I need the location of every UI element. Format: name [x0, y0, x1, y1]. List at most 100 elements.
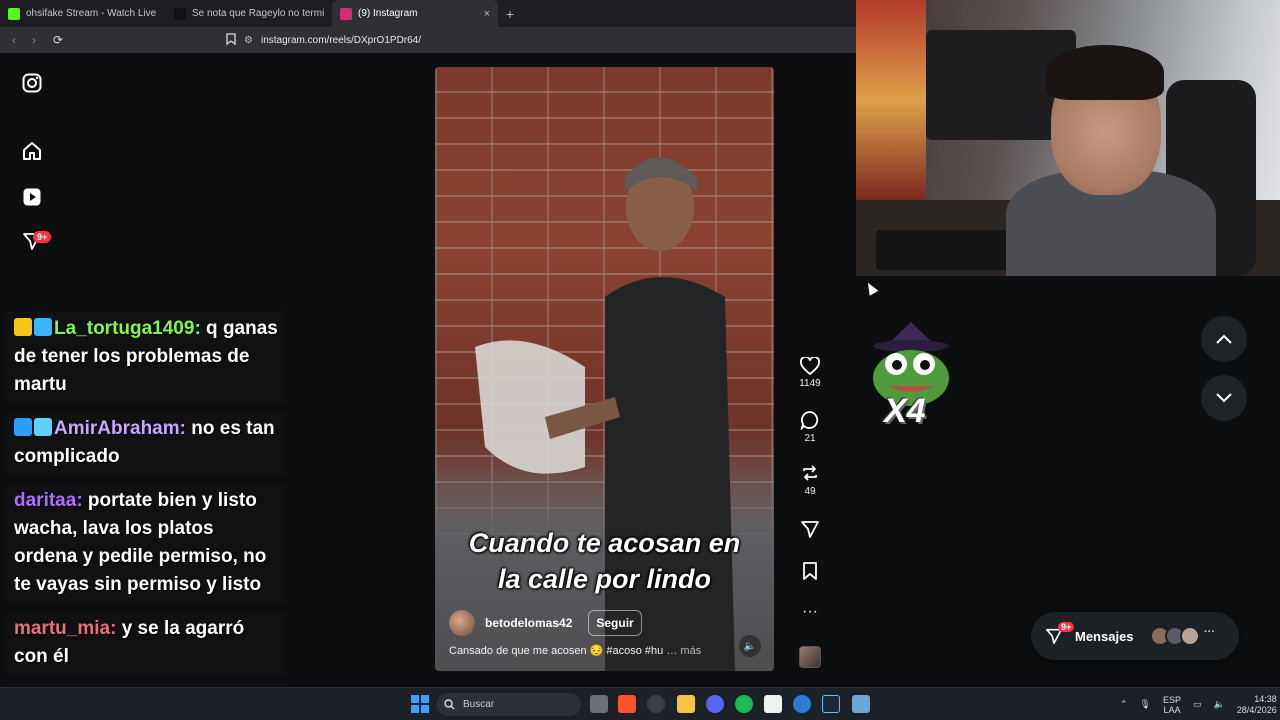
streamer-hair — [1046, 45, 1164, 100]
microphone-icon[interactable]: 🎙 — [1140, 699, 1151, 710]
url-text: instagram.com/reels/DXprO1PDr64/ — [260, 34, 422, 46]
next-reel-button[interactable] — [1201, 375, 1247, 421]
audio-thumbnail[interactable] — [799, 646, 821, 668]
keyboard-layout: LAA — [1163, 704, 1181, 715]
tab-title: (9) Instagram — [358, 8, 418, 19]
share-icon — [801, 521, 819, 538]
reel-video[interactable]: Cuando te acosan en la calle por lindo b… — [435, 67, 774, 671]
like-button[interactable]: 1149 — [795, 357, 825, 389]
like-count: 1149 — [799, 378, 821, 389]
screen: ohsifake Stream - Watch Live on Se nota q… — [0, 0, 1280, 720]
repost-button[interactable]: 49 — [795, 463, 825, 497]
tab-title: ohsifake Stream - Watch Live on — [26, 8, 158, 19]
browser-tab[interactable]: (9) Instagram × — [332, 0, 498, 27]
address-bar[interactable]: ⚙ instagram.com/reels/DXprO1PDr64/ — [226, 31, 844, 49]
reels-icon[interactable] — [22, 187, 44, 209]
caption-line-1: Cuando te acosan en — [468, 528, 741, 558]
chat-message: AmirAbraham: no es tan complicado — [6, 411, 286, 477]
home-icon[interactable] — [22, 141, 44, 163]
chat-message: daritaa: portate bien y listo wacha, lav… — [6, 483, 286, 605]
wall-poster — [856, 0, 926, 200]
comment-button[interactable]: 21 — [795, 410, 825, 444]
photos-icon[interactable] — [852, 695, 870, 713]
steam-icon[interactable] — [822, 695, 840, 713]
tray-overflow-icon[interactable]: ⌃ — [1120, 699, 1128, 710]
reel-author: betodelomas42 Seguir — [449, 610, 642, 636]
language-indicator[interactable]: ESP LAA — [1163, 695, 1181, 715]
chat-username: daritaa — [14, 490, 77, 511]
more-icon: ··· — [802, 603, 818, 620]
language-code: ESP — [1162, 694, 1181, 705]
webcam-feed — [856, 0, 1280, 276]
comment-icon — [800, 411, 819, 430]
site-info-icon[interactable]: ⚙ — [244, 35, 253, 46]
settings-icon[interactable] — [647, 695, 665, 713]
forward-icon[interactable]: › — [24, 33, 44, 47]
new-tab-button[interactable]: + — [498, 6, 522, 22]
back-icon[interactable]: ‹ — [4, 33, 24, 47]
notification-badge: 9+ — [33, 231, 52, 243]
spotify-icon[interactable] — [735, 695, 753, 713]
brave-browser-icon[interactable] — [618, 695, 636, 713]
messages-button[interactable]: 9+ Mensajes ··· — [1031, 612, 1239, 660]
file-explorer-icon[interactable] — [677, 695, 695, 713]
description-text: Cansado de que me acosen 😔 #acoso #hu — [449, 645, 664, 657]
repost-icon — [803, 465, 817, 481]
clock-time: 14:38 — [1254, 693, 1277, 704]
chevron-down-icon — [1216, 393, 1232, 403]
more-icon: ··· — [1204, 626, 1215, 638]
share-button[interactable] — [795, 519, 825, 542]
obs-icon[interactable] — [764, 695, 782, 713]
mouse-cursor-icon — [863, 280, 879, 296]
close-tab-icon[interactable]: × — [484, 8, 490, 20]
repost-count: 49 — [804, 486, 816, 497]
discord-icon[interactable] — [706, 695, 724, 713]
browser-tabstrip: ohsifake Stream - Watch Live on Se nota q… — [0, 0, 856, 27]
search-icon — [444, 699, 455, 710]
browser-tab[interactable]: ohsifake Stream - Watch Live on — [0, 0, 166, 27]
chat-badge-icon — [14, 418, 32, 436]
author-avatar[interactable] — [449, 610, 475, 636]
browser-toolbar: ‹ › ⟳ ⚙ instagram.com/reels/DXprO1PDr64/ — [0, 27, 856, 53]
ccleaner-icon[interactable] — [793, 695, 811, 713]
messages-label: Mensajes — [1075, 628, 1134, 644]
system-tray: ⌃ 🎙 ESP LAA ▭ 🔈 14:38 28/4/2026 🔔 — [1120, 688, 1280, 720]
chat-username: martu_mia — [14, 618, 111, 639]
heart-icon — [800, 357, 820, 375]
chat-message: martu_mia: y se la agarró con él — [6, 611, 286, 677]
chat-username: AmirAbraham — [54, 418, 180, 439]
tab-favicon-icon — [340, 7, 352, 20]
bookmark-icon[interactable] — [226, 32, 236, 48]
keyboard — [876, 230, 1026, 270]
volume-icon[interactable]: 🔈 — [1214, 699, 1225, 710]
author-username[interactable]: betodelomas42 — [485, 616, 572, 630]
chat-message: La_tortuga1409: q ganas de tener los pro… — [6, 311, 286, 405]
more-link[interactable]: … más — [666, 645, 701, 657]
emote-multiplier: X4 — [884, 392, 926, 430]
windows-start-icon[interactable] — [411, 695, 429, 713]
browser-tab[interactable]: Se nota que Rageylo no termino el c — [166, 0, 332, 27]
stream-chat-overlay: La_tortuga1409: q ganas de tener los pro… — [6, 311, 286, 720]
tab-title: Se nota que Rageylo no termino el c — [192, 8, 324, 19]
mute-button[interactable]: 🔈 — [739, 635, 761, 657]
speaker-icon: 🔈 — [743, 640, 757, 652]
save-button[interactable] — [795, 561, 825, 584]
instagram-logo-icon[interactable] — [22, 73, 44, 95]
task-view-icon[interactable] — [590, 695, 608, 713]
comment-count: 21 — [804, 433, 816, 444]
chevron-up-icon — [1216, 334, 1232, 344]
previous-reel-button[interactable] — [1201, 316, 1247, 362]
chat-badge-icon — [14, 318, 32, 336]
clock[interactable]: 14:38 28/4/2026 — [1237, 694, 1277, 716]
more-options-button[interactable]: ··· — [795, 603, 825, 621]
bookmark-icon — [803, 562, 817, 580]
caption-line-2: la calle por lindo — [497, 564, 712, 594]
tab-favicon-icon — [8, 7, 20, 20]
search-placeholder: Buscar — [463, 699, 495, 710]
follow-button[interactable]: Seguir — [588, 610, 642, 636]
network-icon[interactable]: ▭ — [1193, 699, 1202, 710]
avatar — [1180, 626, 1200, 646]
reload-icon[interactable]: ⟳ — [48, 33, 68, 47]
windows-taskbar: Buscar ⌃ 🎙 ESP LAA ▭ 🔈 14:38 28/4/2026 🔔 — [0, 687, 1280, 720]
taskbar-search[interactable]: Buscar — [436, 693, 581, 716]
